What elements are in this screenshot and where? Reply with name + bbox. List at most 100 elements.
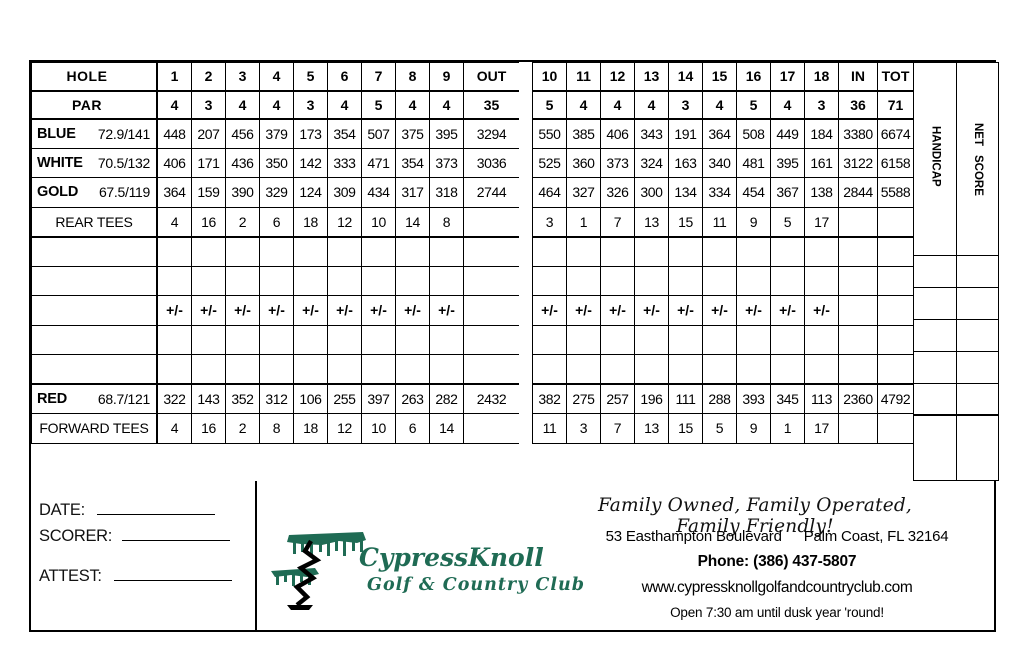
score-cell[interactable] [429,354,464,385]
plus-minus-in-cell[interactable] [838,295,878,326]
score-cell[interactable] [634,236,669,267]
plus-minus-cell[interactable]: +/- [770,295,805,326]
score-cell[interactable] [770,354,805,385]
score-cell[interactable] [566,236,601,267]
score-cell[interactable] [361,324,396,355]
score-cell[interactable] [804,324,839,355]
player-row-5-label[interactable] [31,354,157,385]
plus-minus-cell[interactable]: +/- [532,295,567,326]
score-cell[interactable] [429,236,464,267]
attest-input-line[interactable] [113,565,232,581]
score-cell[interactable] [429,265,464,296]
plus-minus-cell[interactable]: +/- [429,295,464,326]
score-cell[interactable] [225,265,260,296]
score-cell[interactable] [736,236,771,267]
plus-minus-cell[interactable]: +/- [395,295,430,326]
net-score-entry-cell[interactable] [956,286,999,320]
score-cell[interactable] [259,265,294,296]
score-cell[interactable] [804,236,839,267]
score-in-cell[interactable] [838,324,878,355]
score-cell[interactable] [225,354,260,385]
score-cell[interactable] [395,265,430,296]
net-score-footer-cell[interactable] [956,414,999,482]
handicap-footer-cell[interactable] [913,414,957,482]
plus-minus-cell[interactable]: +/- [225,295,260,326]
score-cell[interactable] [361,265,396,296]
score-cell[interactable] [225,236,260,267]
plus-minus-cell[interactable]: +/- [600,295,635,326]
score-cell[interactable] [191,324,226,355]
handicap-entry-cell[interactable] [913,255,957,288]
score-cell[interactable] [702,236,737,267]
score-cell[interactable] [566,324,601,355]
score-cell[interactable] [532,236,567,267]
score-cell[interactable] [327,236,362,267]
score-tot-cell[interactable] [877,324,914,355]
score-tot-cell[interactable] [877,236,914,267]
plus-minus-cell[interactable]: +/- [191,295,226,326]
score-cell[interactable] [395,324,430,355]
plus-minus-tot-cell[interactable] [877,295,914,326]
score-cell[interactable] [157,354,192,385]
score-cell[interactable] [157,236,192,267]
plus-minus-cell[interactable]: +/- [293,295,328,326]
score-cell[interactable] [395,354,430,385]
score-cell[interactable] [395,236,430,267]
score-cell[interactable] [191,236,226,267]
score-cell[interactable] [736,324,771,355]
score-cell[interactable] [600,354,635,385]
score-cell[interactable] [600,236,635,267]
score-cell[interactable] [157,324,192,355]
score-cell[interactable] [702,324,737,355]
net-score-entry-cell[interactable] [956,350,999,384]
score-in-cell[interactable] [838,265,878,296]
net-score-entry-cell[interactable] [956,382,999,417]
score-cell[interactable] [804,354,839,385]
score-cell[interactable] [361,236,396,267]
plus-minus-cell[interactable]: +/- [157,295,192,326]
club-website[interactable]: www.cypressknollgolfandcountryclub.com [547,579,1007,597]
score-cell[interactable] [532,324,567,355]
score-cell[interactable] [668,354,703,385]
score-cell[interactable] [566,265,601,296]
score-cell[interactable] [157,265,192,296]
score-out-cell[interactable] [463,236,520,267]
score-out-cell[interactable] [463,324,520,355]
score-cell[interactable] [804,265,839,296]
score-tot-cell[interactable] [877,265,914,296]
score-tot-cell[interactable] [877,354,914,385]
score-cell[interactable] [191,265,226,296]
score-cell[interactable] [327,354,362,385]
date-input-line[interactable] [97,499,216,515]
score-cell[interactable] [634,265,669,296]
plus-minus-cell[interactable]: +/- [327,295,362,326]
score-cell[interactable] [532,265,567,296]
score-cell[interactable] [668,324,703,355]
score-cell[interactable] [327,324,362,355]
handicap-entry-cell[interactable] [913,286,957,320]
score-cell[interactable] [293,324,328,355]
player-row-4-label[interactable] [31,324,157,355]
score-cell[interactable] [600,265,635,296]
plus-minus-cell[interactable]: +/- [804,295,839,326]
score-cell[interactable] [770,324,805,355]
score-cell[interactable] [259,324,294,355]
score-cell[interactable] [532,354,567,385]
player-row-3-label[interactable] [31,295,157,326]
score-in-cell[interactable] [838,354,878,385]
plus-minus-cell[interactable]: +/- [736,295,771,326]
score-out-cell[interactable] [463,265,520,296]
score-cell[interactable] [293,354,328,385]
score-cell[interactable] [634,324,669,355]
score-cell[interactable] [770,236,805,267]
score-cell[interactable] [361,354,396,385]
player-row-2-label[interactable] [31,265,157,296]
score-cell[interactable] [566,354,601,385]
score-cell[interactable] [225,324,260,355]
net-score-entry-cell[interactable] [956,255,999,288]
score-cell[interactable] [736,354,771,385]
plus-minus-cell[interactable]: +/- [259,295,294,326]
score-cell[interactable] [293,236,328,267]
plus-minus-cell[interactable]: +/- [361,295,396,326]
score-cell[interactable] [702,265,737,296]
